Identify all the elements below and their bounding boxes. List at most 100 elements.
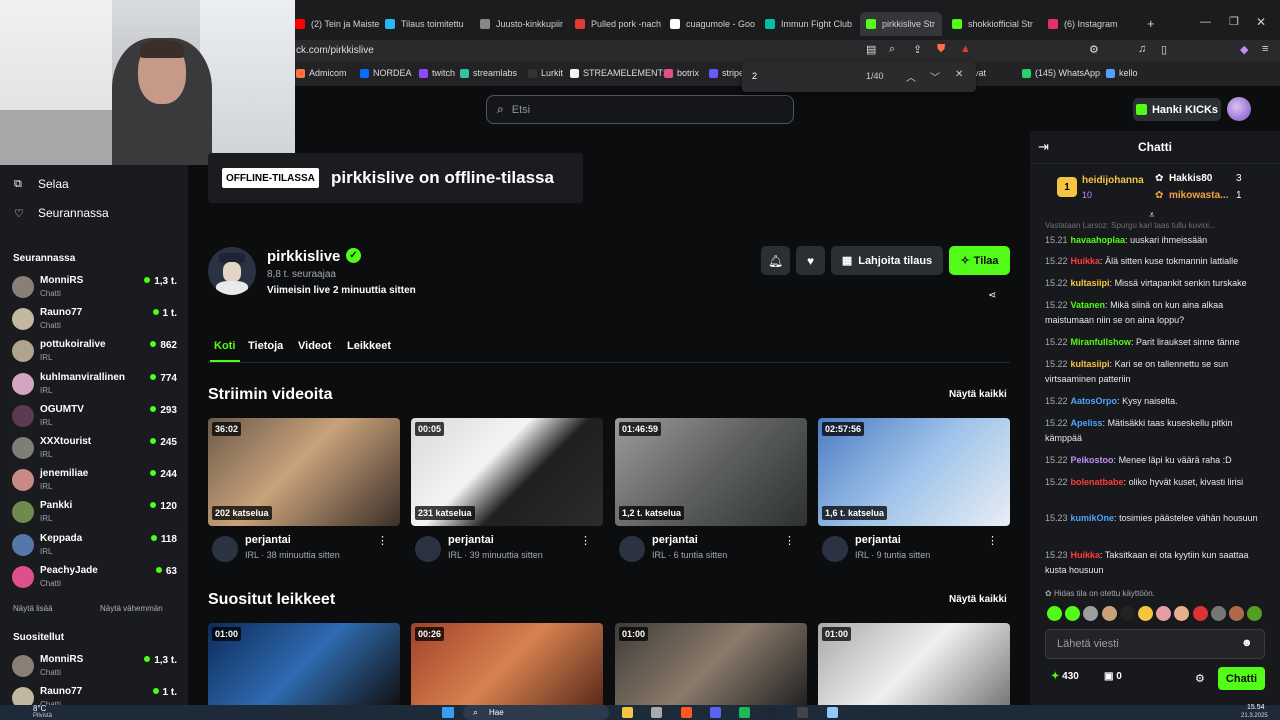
menu-icon[interactable]: ≡	[1262, 43, 1268, 55]
weather-temp[interactable]: 8°C	[33, 704, 46, 713]
find-next-icon[interactable]: ﹀	[930, 69, 940, 84]
tab-videos[interactable]: Videot	[298, 340, 331, 352]
gift-drops[interactable]: ▣ 0	[1104, 671, 1122, 682]
bookmark-item[interactable]: kello	[1106, 68, 1138, 78]
bookmark-item[interactable]: streamlabs	[460, 68, 517, 78]
chat-username[interactable]: Apeliss	[1071, 418, 1103, 428]
taskbar-search[interactable]: ⌕ Hae	[463, 705, 609, 720]
leader-2-name[interactable]: mikowasta...	[1169, 190, 1228, 201]
emoji-icon[interactable]: ☻	[1241, 637, 1253, 649]
browser-tab[interactable]: cuagumole - Goo	[670, 12, 758, 36]
show-more-link[interactable]: Näytä lisää	[13, 604, 53, 613]
bookmark-item[interactable]: stripe	[709, 68, 744, 78]
reader-icon[interactable]: ▤	[866, 43, 876, 56]
search-input[interactable]: ⌕ Etsi	[486, 95, 794, 124]
nav-following[interactable]: ♡ Seurannassa	[14, 206, 109, 220]
emote-icon[interactable]	[1047, 606, 1062, 621]
scroll-down-icon[interactable]: ⩡	[1149, 210, 1155, 221]
video-title[interactable]: perjantai	[448, 534, 494, 546]
video-more-icon[interactable]: ⋮	[987, 534, 998, 547]
clips-see-all-link[interactable]: Näytä kaikki	[949, 594, 1007, 605]
emote-icon[interactable]	[1138, 606, 1153, 621]
chat-username[interactable]: AatosOrpo	[1071, 396, 1118, 406]
video-thumbnail[interactable]: 36:02 202 katselua	[208, 418, 400, 526]
sidebar-channel[interactable]: Pankki IRL 120	[12, 497, 177, 529]
browser-tab[interactable]: shokkiofficial Str	[952, 12, 1044, 36]
sidebar-channel[interactable]: Keppada IRL 118	[12, 530, 177, 562]
emote-icon[interactable]	[1192, 606, 1208, 621]
sidebar-icon[interactable]: ▯	[1161, 43, 1167, 56]
new-tab-button[interactable]: +	[1147, 16, 1155, 31]
clip-thumbnail[interactable]: 00:26	[411, 623, 603, 705]
browser-tab[interactable]: pirkkislive Str✕	[860, 12, 942, 36]
leader-1-name[interactable]: Hakkis80	[1169, 173, 1212, 184]
taskbar-app-icon[interactable]	[710, 707, 721, 718]
sidebar-channel[interactable]: OGUMTV IRL 293	[12, 401, 177, 433]
browser-tab[interactable]: Immun Fight Club	[765, 12, 853, 36]
bookmark-item[interactable]: Admicom	[296, 68, 347, 78]
sidebar-channel[interactable]: pottukoiralive IRL 862	[12, 336, 177, 368]
collapse-chat-icon[interactable]: ⇥	[1038, 139, 1049, 155]
sidebar-channel[interactable]: MonniRS Chatti 1,3 t.	[12, 272, 177, 304]
bookmark-item[interactable]: (145) WhatsApp	[1022, 68, 1100, 78]
chat-username[interactable]: bolenatbabe	[1071, 477, 1124, 487]
chat-username[interactable]: Vatanen	[1071, 300, 1106, 310]
emote-icon[interactable]	[1065, 606, 1081, 621]
maximize-button[interactable]: ❐	[1229, 15, 1239, 28]
emote-icon[interactable]	[1247, 606, 1263, 621]
taskbar-app-icon[interactable]	[768, 707, 779, 718]
send-chat-button[interactable]: Chatti	[1218, 667, 1265, 690]
subscribe-button[interactable]: ✧ Tilaa	[949, 246, 1010, 275]
chat-settings-icon[interactable]: ⚙	[1195, 672, 1205, 685]
channel-points[interactable]: ✦ 430	[1051, 671, 1079, 682]
bookmark-item[interactable]: twitch	[419, 68, 455, 78]
emote-icon[interactable]	[1229, 606, 1244, 621]
taskbar-app-icon[interactable]	[739, 707, 750, 718]
bookmark-item[interactable]: botrix	[664, 68, 699, 78]
close-window-button[interactable]: ✕	[1256, 15, 1266, 29]
tab-clips[interactable]: Leikkeet	[347, 340, 391, 352]
video-title[interactable]: perjantai	[245, 534, 291, 546]
tab-about[interactable]: Tietoja	[248, 340, 283, 352]
video-thumbnail[interactable]: 02:57:56 1,6 t. katselua	[818, 418, 1010, 526]
sidebar-channel[interactable]: kuhlmanvirallinen IRL 774	[12, 369, 177, 401]
show-less-link[interactable]: Näytä vähemmän	[100, 604, 163, 613]
video-title[interactable]: perjantai	[652, 534, 698, 546]
browser-tab[interactable]: (2) Tein ja Maiste	[295, 12, 383, 36]
videos-see-all-link[interactable]: Näytä kaikki	[949, 389, 1007, 400]
url-text[interactable]: ck.com/pirkkislive	[296, 45, 374, 56]
emote-icon[interactable]	[1174, 606, 1190, 621]
video-more-icon[interactable]: ⋮	[377, 534, 388, 547]
browser-tab[interactable]: (6) Instagram	[1048, 12, 1138, 36]
notification-bell-button[interactable]: 🔔︎	[761, 246, 790, 275]
video-channel-avatar[interactable]	[619, 536, 645, 562]
find-prev-icon[interactable]: ︿	[906, 69, 916, 84]
brave-shield-icon[interactable]: ⛊	[937, 43, 945, 56]
zoom-icon[interactable]: ⌕	[889, 43, 895, 56]
rewards-icon[interactable]: ▲	[960, 43, 971, 55]
bookmark-item[interactable]: NORDEA	[360, 68, 412, 78]
user-avatar[interactable]	[1227, 97, 1251, 121]
extensions-icon[interactable]: ⚙	[1089, 43, 1099, 56]
follow-heart-button[interactable]: ♥	[796, 246, 825, 275]
sidebar-channel[interactable]: jenemiliae IRL 244	[12, 465, 177, 497]
chat-username[interactable]: Huikka	[1071, 256, 1101, 266]
video-more-icon[interactable]: ⋮	[580, 534, 591, 547]
nav-browse[interactable]: ⧉ Selaa	[14, 177, 69, 191]
emote-icon[interactable]	[1101, 606, 1117, 621]
sidebar-channel[interactable]: PeachyJade Chatti 63	[12, 562, 177, 594]
minimize-button[interactable]: —	[1200, 16, 1211, 28]
video-channel-avatar[interactable]	[415, 536, 441, 562]
sidebar-channel[interactable]: XXXtourist IRL 245	[12, 433, 177, 465]
emote-icon[interactable]	[1119, 606, 1135, 621]
channel-avatar[interactable]	[208, 247, 256, 295]
browser-tab[interactable]: Juusto-kinkkupiir	[480, 12, 568, 36]
browser-tab[interactable]: Tilaus toimitettu	[385, 12, 473, 36]
video-more-icon[interactable]: ⋮	[784, 534, 795, 547]
taskbar-app-icon[interactable]	[651, 707, 662, 718]
chat-username[interactable]: kultasiipi	[1071, 278, 1110, 288]
chat-username[interactable]: kultasiipi	[1071, 359, 1110, 369]
chat-message-input[interactable]: Lähetä viesti ☻	[1045, 629, 1265, 659]
video-thumbnail[interactable]: 01:46:59 1,2 t. katselua	[615, 418, 807, 526]
video-channel-avatar[interactable]	[822, 536, 848, 562]
